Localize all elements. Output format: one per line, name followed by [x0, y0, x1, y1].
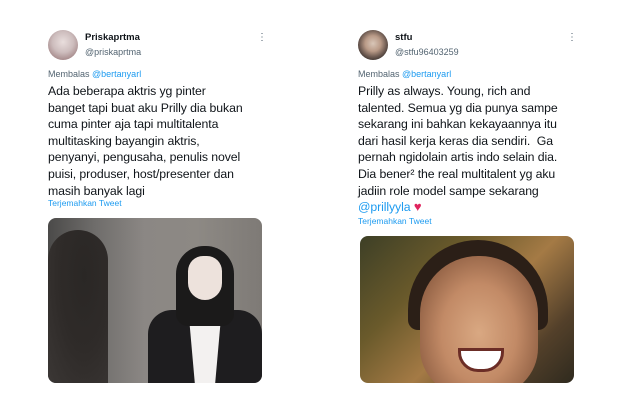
- reply-mention-link[interactable]: @bertanyarl: [92, 69, 141, 79]
- heart-emoji-icon: ♥: [413, 199, 422, 215]
- tweet-card-1[interactable]: Priskaprtma @priskaprtma ⋮ Membalas @ber…: [0, 0, 310, 413]
- reply-context: Membalas @bertanyarl: [358, 69, 451, 79]
- reply-context: Membalas @bertanyarl: [48, 69, 141, 79]
- tweet-header: stfu @stfu96403259 ⋮: [358, 30, 577, 64]
- reply-prefix: Membalas: [358, 69, 400, 79]
- display-name[interactable]: Priskaprtma: [85, 32, 140, 43]
- more-dots-icon[interactable]: ⋮: [257, 32, 267, 43]
- person-face: [188, 256, 222, 300]
- reply-mention-link[interactable]: @bertanyarl: [402, 69, 451, 79]
- tweet-header: Priskaprtma @priskaprtma ⋮: [48, 30, 267, 64]
- tweet-photo[interactable]: [48, 218, 262, 383]
- tweet-text-main: Prilly as always. Young, rich and talent…: [358, 84, 558, 198]
- avatar[interactable]: [48, 30, 78, 60]
- tweet-text: Ada beberapa aktris yg pinter banget tap…: [48, 84, 243, 198]
- tweet-card-2[interactable]: stfu @stfu96403259 ⋮ Membalas @bertanyar…: [310, 0, 620, 413]
- translate-tweet-link[interactable]: Terjemahkan Tweet: [358, 216, 432, 226]
- reply-prefix: Membalas: [48, 69, 90, 79]
- user-handle[interactable]: @priskaprtma: [85, 47, 141, 57]
- avatar[interactable]: [358, 30, 388, 60]
- body-mention-link[interactable]: @prillyyla: [358, 200, 411, 214]
- tweet-photo[interactable]: [360, 236, 574, 383]
- translate-tweet-link[interactable]: Terjemahkan Tweet: [48, 198, 122, 208]
- display-name[interactable]: stfu: [395, 32, 412, 43]
- more-dots-icon[interactable]: ⋮: [567, 32, 577, 43]
- tweet-text: Prilly as always. Young, rich and talent…: [358, 83, 592, 216]
- person-silhouette: [48, 230, 108, 383]
- user-handle[interactable]: @stfu96403259: [395, 47, 459, 57]
